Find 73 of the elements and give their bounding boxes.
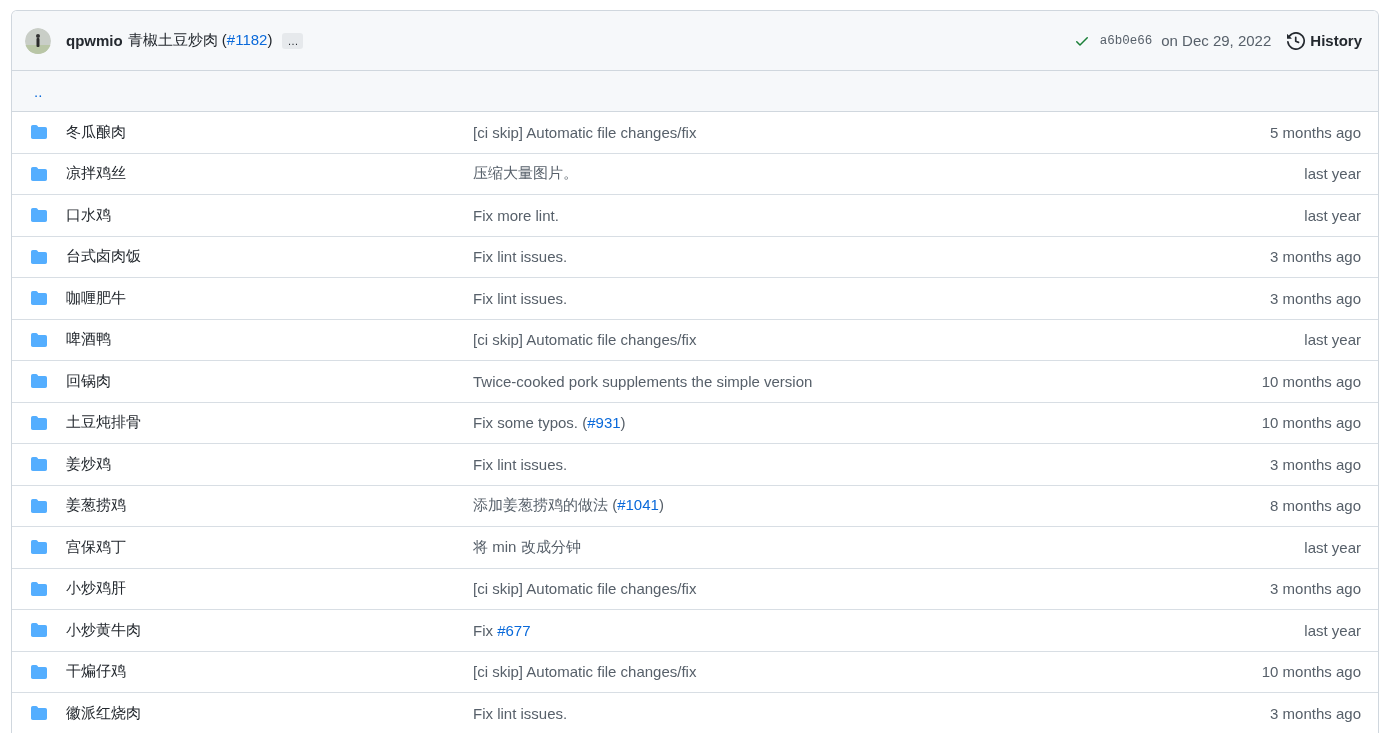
commit-message: [ci skip] Automatic file changes/fix: [473, 580, 698, 598]
author-link[interactable]: qpwmio: [66, 32, 123, 49]
history-icon: [1287, 31, 1306, 50]
commit-age: 3 months ago: [1270, 248, 1361, 266]
folder-icon: [30, 705, 48, 722]
commit-age: 10 months ago: [1261, 372, 1361, 390]
expand-button[interactable]: …: [282, 32, 304, 49]
commit-message: 压缩大量图片。: [473, 164, 579, 184]
folder-icon: [30, 373, 48, 390]
folder-link[interactable]: 姜炒鸡: [66, 454, 473, 474]
commit-message: Fix #677: [473, 621, 532, 639]
commit-age: 3 months ago: [1270, 580, 1361, 598]
folder-link[interactable]: 台式卤肉饭: [66, 247, 473, 267]
folder-icon: [30, 165, 48, 182]
history-link[interactable]: History: [1287, 31, 1362, 50]
folder-icon: [30, 414, 48, 431]
folder-link[interactable]: 凉拌鸡丝: [66, 164, 473, 184]
commit-message: 青椒土豆炒肉 (#1182): [127, 31, 273, 50]
folder-icon: [30, 497, 48, 514]
folder-icon: [30, 663, 48, 680]
folder-link[interactable]: 咖喱肥牛: [66, 288, 473, 308]
commit-message: Fix more lint.: [473, 206, 560, 224]
issue-link[interactable]: #931: [587, 414, 621, 432]
folder-link[interactable]: 徽派红烧肉: [66, 703, 473, 723]
commit-age: last year: [1304, 165, 1361, 183]
commit-date: on Dec 29, 2022: [1161, 32, 1272, 49]
folder-icon: [30, 580, 48, 597]
commit-age: last year: [1304, 538, 1361, 556]
commit-age: 5 months ago: [1270, 123, 1361, 141]
folder-link[interactable]: 冬瓜酿肉: [66, 122, 473, 142]
commit-age: last year: [1304, 621, 1361, 639]
folder-icon: [30, 124, 48, 141]
folder-link[interactable]: 口水鸡: [66, 205, 473, 225]
avatar[interactable]: [25, 27, 51, 54]
commit-message: Fix some typos. (#931): [473, 414, 627, 432]
folder-link[interactable]: 小炒黄牛肉: [66, 620, 473, 640]
folder-icon: [30, 331, 48, 348]
issue-link[interactable]: #1041: [617, 496, 659, 514]
commit-message: [ci skip] Automatic file changes/fix: [473, 663, 698, 681]
commit-message: Fix lint issues.: [473, 289, 569, 307]
folder-link[interactable]: 小炒鸡肝: [66, 579, 473, 599]
commit-message: [ci skip] Automatic file changes/fix: [473, 331, 698, 349]
folder-link[interactable]: 干煸仔鸡: [66, 662, 473, 682]
commit-age: 10 months ago: [1261, 414, 1361, 432]
commit-message: 添加姜葱捞鸡的做法 (#1041): [473, 496, 665, 516]
folder-link[interactable]: 土豆炖排骨: [66, 413, 473, 433]
commit-message: [ci skip] Automatic file changes/fix: [473, 123, 698, 141]
folder-icon: [30, 207, 48, 224]
commit-age: last year: [1304, 206, 1361, 224]
commit-age: 3 months ago: [1270, 289, 1361, 307]
commit-age: last year: [1304, 331, 1361, 349]
commit-message: Fix lint issues.: [473, 248, 569, 266]
commit-age: 3 months ago: [1270, 704, 1361, 722]
folder-link[interactable]: 宫保鸡丁: [66, 537, 473, 557]
parent-directory-link[interactable]: ..: [34, 82, 43, 100]
commit-message: Fix lint issues.: [473, 455, 569, 473]
folder-link[interactable]: 回锅肉: [66, 371, 473, 391]
issue-link[interactable]: #1182: [226, 31, 268, 48]
commit-message: Twice-cooked pork supplements the simple version: [473, 372, 814, 390]
folder-icon: [30, 456, 48, 473]
commit-age: 10 months ago: [1261, 663, 1361, 681]
commit-age: 8 months ago: [1270, 497, 1361, 515]
folder-icon: [30, 539, 48, 556]
commit-message: 将 min 改成分钟: [473, 537, 582, 557]
commit-sha-link[interactable]: a6b0e66: [1099, 33, 1153, 48]
issue-link[interactable]: #677: [497, 621, 531, 639]
folder-link[interactable]: 姜葱捞鸡: [66, 496, 473, 516]
folder-icon: [30, 248, 48, 265]
folder-link[interactable]: 啤酒鸭: [66, 330, 473, 350]
commit-age: 3 months ago: [1270, 455, 1361, 473]
folder-icon: [30, 622, 48, 639]
commit-message: Fix lint issues.: [473, 704, 569, 722]
folder-icon: [30, 290, 48, 307]
